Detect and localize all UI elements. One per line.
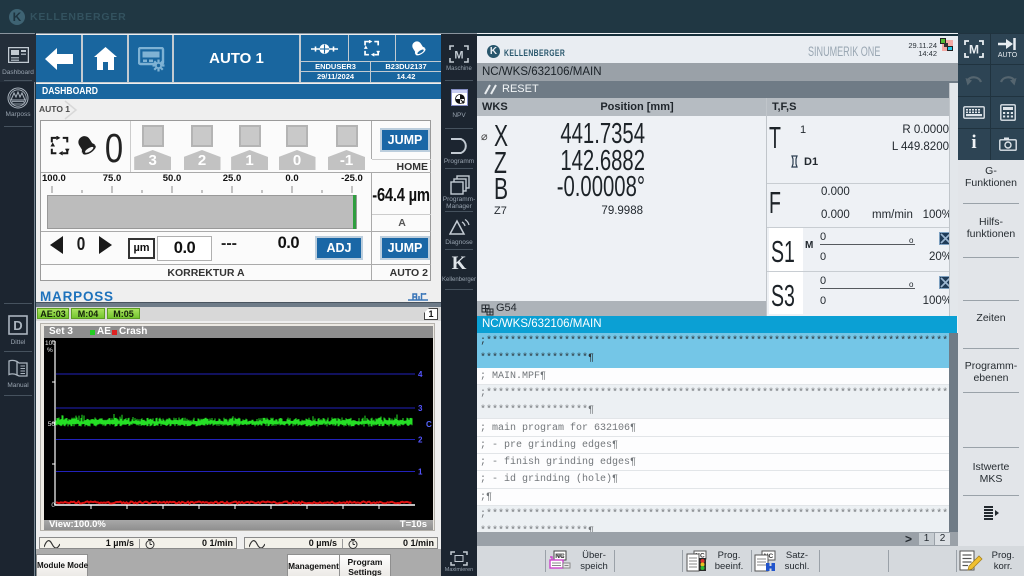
svg-text:%: %: [47, 347, 53, 354]
svg-text:M: M: [454, 50, 463, 62]
svg-text:50: 50: [48, 421, 56, 428]
svg-text:0: 0: [51, 502, 55, 509]
svg-text:C: C: [426, 420, 432, 429]
svg-text:D: D: [13, 318, 22, 333]
svg-text:1: 1: [418, 468, 423, 477]
svg-text:M: M: [969, 43, 979, 57]
svg-text:4: 4: [418, 370, 423, 379]
svg-text:100: 100: [45, 340, 56, 347]
svg-text:2: 2: [418, 436, 423, 445]
svg-text:3: 3: [418, 404, 423, 413]
